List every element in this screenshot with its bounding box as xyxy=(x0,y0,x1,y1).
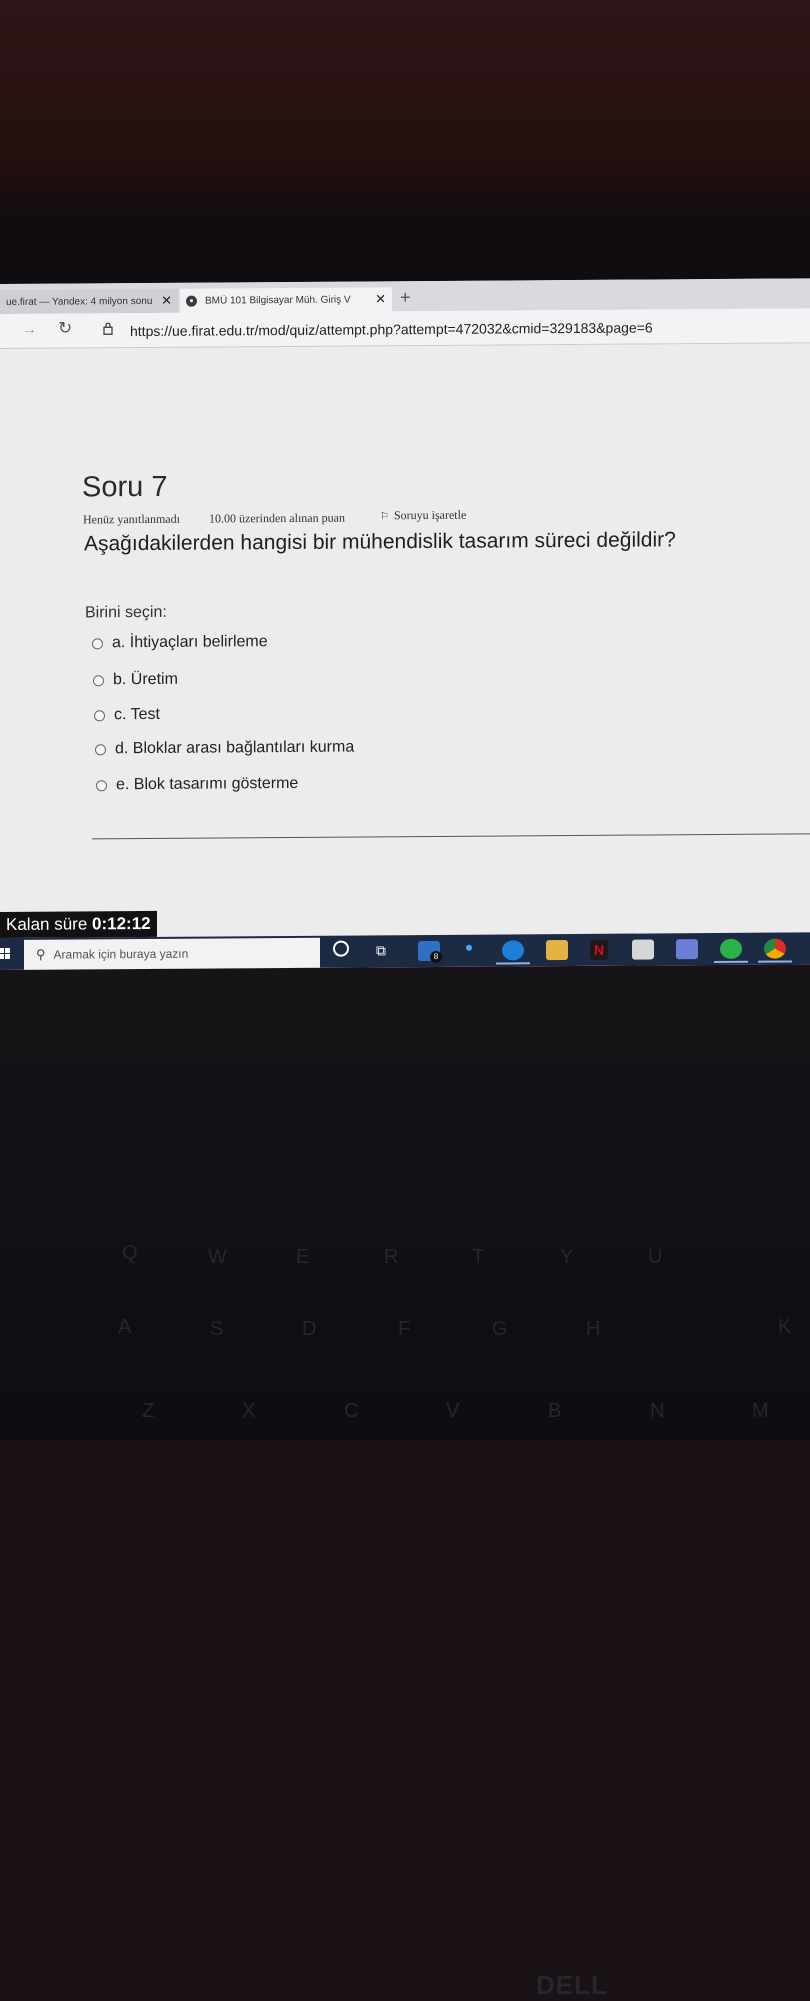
answer-option-d[interactable]: d. Bloklar arası bağlantıları kurma xyxy=(95,739,354,759)
chrome-icon[interactable] xyxy=(764,938,786,959)
keyboard-key-y: Y xyxy=(560,1246,574,1268)
search-icon: ⚲ xyxy=(36,946,46,962)
moodle-favicon-icon: ● xyxy=(186,295,197,307)
background-top xyxy=(0,0,810,290)
forward-arrow-icon[interactable]: → xyxy=(22,321,37,338)
keyboard-key-f: F xyxy=(398,1318,411,1340)
reload-icon[interactable]: ↻ xyxy=(58,318,72,338)
keyboard-key-a: A xyxy=(118,1316,132,1338)
keyboard-key-d: D xyxy=(302,1318,317,1340)
keyboard-key-t: T xyxy=(472,1246,485,1268)
answer-option-c[interactable]: c. Test xyxy=(94,706,160,724)
edge-icon[interactable] xyxy=(502,940,524,961)
answer-label: b. Üretim xyxy=(113,670,178,689)
question-status: Henüz yanıtlanmadı xyxy=(83,511,180,527)
answer-label: e. Blok tasarımı gösterme xyxy=(116,774,299,794)
edge-active-indicator xyxy=(496,962,530,965)
tab-close-icon[interactable]: ✕ xyxy=(161,293,172,309)
laptop-keyboard-area: DELL Q W E R T Y U A S D F G H K Z X C V… xyxy=(0,970,810,2000)
windows-icon[interactable] xyxy=(0,947,10,960)
keyboard-key-c: C xyxy=(344,1400,359,1422)
netflix-icon[interactable]: N xyxy=(590,939,608,960)
mail-badge: 8 xyxy=(430,950,442,963)
section-divider xyxy=(92,833,810,840)
keyboard-key-v: V xyxy=(446,1400,460,1422)
keyboard-key-w: W xyxy=(208,1246,227,1268)
radio-button[interactable] xyxy=(93,674,104,686)
choose-one-label: Birini seçin: xyxy=(85,603,167,622)
answer-label: c. Test xyxy=(114,705,160,724)
keyboard-key-x: X xyxy=(242,1400,256,1422)
remaining-time-timer: Kalan süre 0:12:12 xyxy=(0,910,157,938)
mail-icon[interactable]: 8 xyxy=(418,940,442,963)
question-points: 10.00 üzerinden alınan puan xyxy=(209,510,345,526)
radio-button[interactable] xyxy=(96,779,107,791)
url-field[interactable]: https://ue.firat.edu.tr/mod/quiz/attempt… xyxy=(130,319,653,339)
tab-title: BMÜ 101 Bilgisayar Müh. Giriş V xyxy=(205,294,351,307)
question-title: Soru 7 xyxy=(82,470,168,504)
whatsapp-icon[interactable] xyxy=(720,938,742,959)
dell-logo: DELL xyxy=(536,1970,608,2000)
tab-title: ue.firat — Yandex: 4 milyon sonu xyxy=(6,295,153,308)
new-tab-button[interactable]: + xyxy=(400,287,411,308)
keyboard-key-m: M xyxy=(752,1400,769,1422)
radio-button[interactable] xyxy=(94,709,105,721)
answer-label: a. İhtiyaçları belirleme xyxy=(112,633,268,652)
tab-quiz[interactable]: ● BMÜ 101 Bilgisayar Müh. Giriş V ✕ xyxy=(180,287,392,313)
keyboard-key-e: E xyxy=(296,1246,310,1268)
radio-button[interactable] xyxy=(95,743,106,755)
task-view-icon[interactable]: ⧉ xyxy=(376,942,386,959)
timer-value: 0:12:12 xyxy=(92,913,151,934)
discord-icon[interactable] xyxy=(676,939,698,960)
cortana-icon[interactable] xyxy=(333,940,349,957)
keyboard-key-r: R xyxy=(384,1246,399,1268)
keyboard-key-b: B xyxy=(548,1400,562,1422)
keyboard-key-z: Z xyxy=(142,1400,155,1422)
quiz-page: Soru 7 Henüz yanıtlanmadı 10.00 üzerinde… xyxy=(0,343,810,939)
file-explorer-icon[interactable] xyxy=(546,940,568,961)
flag-question-label: Soruyu işaretle xyxy=(393,507,467,523)
question-text: Aşağıdakilerden hangisi bir mühendislik … xyxy=(84,528,676,556)
flag-question-link[interactable]: ⚐ Soruyu işaretle xyxy=(380,508,466,524)
timer-label: Kalan süre xyxy=(6,914,88,934)
keyboard-key-q: Q xyxy=(122,1242,138,1264)
store-icon[interactable] xyxy=(632,939,654,960)
keyboard-key-k: K xyxy=(778,1316,792,1338)
keyboard-key-g: G xyxy=(492,1318,508,1340)
keyboard-key-u: U xyxy=(648,1246,663,1268)
keyboard-key-n: N xyxy=(650,1400,665,1422)
answer-label: d. Bloklar arası bağlantıları kurma xyxy=(115,738,355,758)
answer-option-a[interactable]: a. İhtiyaçları belirleme xyxy=(92,633,268,652)
tab-yandex[interactable]: ue.firat — Yandex: 4 milyon sonu ✕ xyxy=(0,288,178,314)
keyboard-key-s: S xyxy=(210,1318,224,1340)
answer-option-e[interactable]: e. Blok tasarımı gösterme xyxy=(96,775,298,794)
windows-taskbar: ⚲ Aramak için buraya yazın ⧉ 8 N xyxy=(0,932,810,970)
flag-icon: ⚐ xyxy=(380,511,389,523)
taskbar-search-box[interactable]: ⚲ Aramak için buraya yazın xyxy=(24,937,320,970)
answer-option-b[interactable]: b. Üretim xyxy=(93,671,178,690)
address-bar: → ↻ https://ue.firat.edu.tr/mod/quiz/att… xyxy=(0,308,810,349)
keyboard-key-h: H xyxy=(586,1318,601,1340)
laptop-screen: ue.firat — Yandex: 4 milyon sonu ✕ ● BMÜ… xyxy=(0,278,810,970)
search-placeholder: Aramak için buraya yazın xyxy=(53,946,189,962)
notification-dot-icon xyxy=(466,944,472,951)
tab-close-icon[interactable]: ✕ xyxy=(375,291,386,307)
whatsapp-active-indicator xyxy=(714,960,748,964)
radio-button[interactable] xyxy=(92,637,103,649)
lock-icon xyxy=(103,322,113,335)
chrome-active-indicator xyxy=(758,960,792,963)
